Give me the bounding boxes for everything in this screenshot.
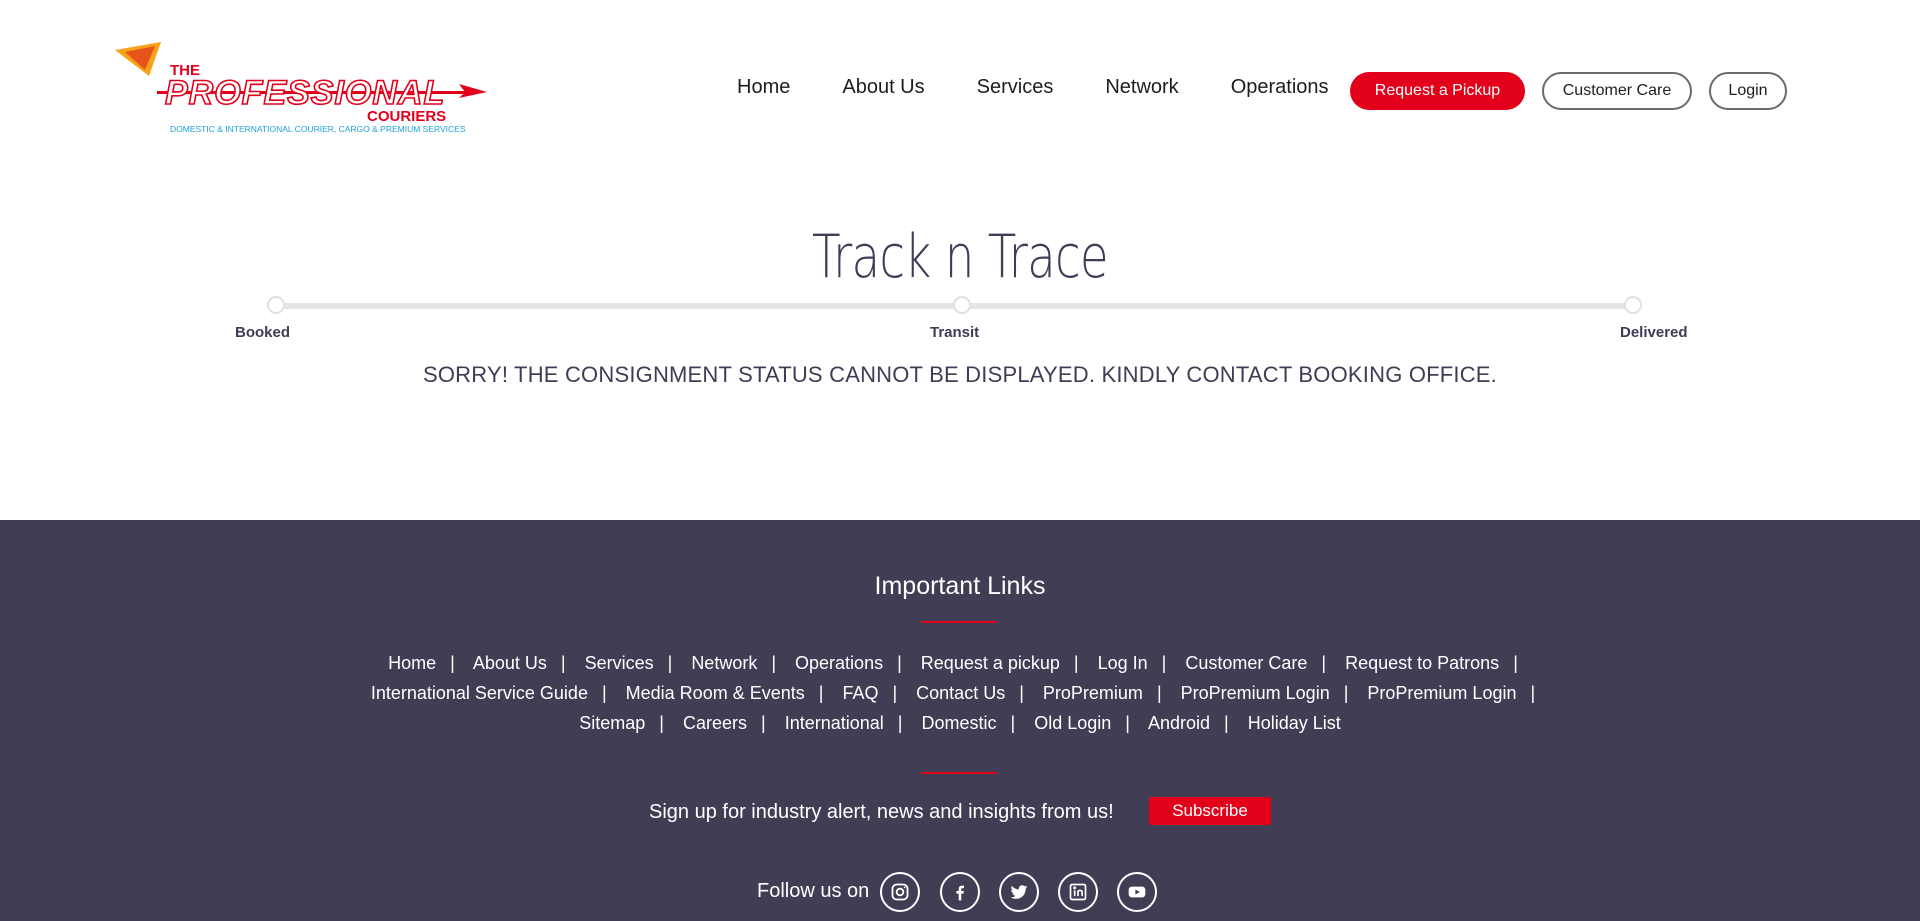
social-follow: Follow us on xyxy=(0,872,1920,912)
stage-label-booked: Booked xyxy=(235,324,291,341)
link-separator: | xyxy=(897,713,903,733)
footer-link-propremium-login[interactable]: ProPremium Login xyxy=(1181,683,1330,703)
footer-divider xyxy=(921,621,997,623)
request-pickup-button[interactable]: Request a Pickup xyxy=(1350,72,1525,110)
link-separator: | xyxy=(1073,653,1079,673)
nav-operations[interactable]: Operations xyxy=(1231,75,1329,99)
link-separator: | xyxy=(1125,713,1130,733)
link-separator: | xyxy=(1530,683,1536,703)
follow-text: Follow us on xyxy=(757,880,870,902)
nav-network[interactable]: Network xyxy=(1105,75,1178,99)
footer-link-propremium[interactable]: ProPremium xyxy=(1043,683,1143,703)
footer-link-domestic[interactable]: Domestic xyxy=(921,713,996,733)
footer-link-request-pickup[interactable]: Request a pickup xyxy=(921,653,1060,673)
footer-link-about-us[interactable]: About Us xyxy=(473,653,547,673)
link-separator: | xyxy=(1010,713,1016,733)
link-separator: | xyxy=(1343,683,1349,703)
footer-link-holiday-list[interactable]: Holiday List xyxy=(1248,713,1341,733)
link-separator: | xyxy=(659,713,664,733)
link-separator: | xyxy=(761,713,766,733)
footer-link-sitemap[interactable]: Sitemap xyxy=(579,713,645,733)
footer-link-international[interactable]: International xyxy=(785,713,884,733)
nav-about-us[interactable]: About Us xyxy=(842,75,924,99)
newsletter-signup: Sign up for industry alert, news and ins… xyxy=(0,797,1920,831)
footer-links-row: Sitemap | Careers | International | Domesti… xyxy=(0,708,1920,738)
stage-dot-booked xyxy=(267,296,285,314)
footer-title: Important Links xyxy=(874,572,1046,600)
logo-tagline: DOMESTIC & INTERNATIONAL COURIER, CARGO … xyxy=(170,124,466,134)
link-separator: | xyxy=(1019,683,1024,703)
footer-link-contact-us[interactable]: Contact Us xyxy=(916,683,1005,703)
footer-link-international-service-guide[interactable]: International Service Guide xyxy=(371,683,588,703)
footer-link-faq[interactable]: FAQ xyxy=(842,683,878,703)
link-separator: | xyxy=(892,683,898,703)
youtube-icon[interactable] xyxy=(1117,872,1157,912)
footer-link-log-in[interactable]: Log In xyxy=(1098,653,1148,673)
facebook-icon[interactable] xyxy=(940,872,980,912)
footer: Important Links Home | About Us | Services… xyxy=(0,520,1920,921)
page: THE PROFESSIONAL COURIERS DOMESTIC & INT… xyxy=(0,0,1920,921)
stage-dot-transit xyxy=(953,296,971,314)
footer-link-careers[interactable]: Careers xyxy=(683,713,747,733)
logo-couriers: COURIERS xyxy=(367,108,447,125)
link-separator: | xyxy=(1156,683,1162,703)
link-separator: | xyxy=(667,653,673,673)
subscribe-button[interactable]: Subscribe xyxy=(1149,797,1271,825)
footer-link-request-to-patrons[interactable]: Request to Patrons xyxy=(1345,653,1499,673)
company-logo[interactable]: THE PROFESSIONAL COURIERS DOMESTIC & INT… xyxy=(115,40,500,140)
footer-links-row: International Service Guide | Media Room … xyxy=(0,678,1920,708)
linkedin-icon[interactable] xyxy=(1058,872,1098,912)
status-message: SORRY! THE CONSIGNMENT STATUS CANNOT BE … xyxy=(422,362,1497,387)
stage-label-transit: Transit xyxy=(930,324,980,341)
main-nav: Home About Us Services Network Operation… xyxy=(737,75,1381,99)
footer-link-network[interactable]: Network xyxy=(691,653,757,673)
link-separator: | xyxy=(897,653,902,673)
footer-links-row: Home | About Us | Services | Network | Opera… xyxy=(0,648,1920,678)
link-separator: | xyxy=(1161,653,1167,673)
stage-label-delivered: Delivered xyxy=(1620,324,1688,341)
footer-divider xyxy=(921,772,997,774)
footer-link-home[interactable]: Home xyxy=(388,653,436,673)
footer-link-customer-care[interactable]: Customer Care xyxy=(1185,653,1307,673)
link-separator: | xyxy=(1321,653,1327,673)
login-button[interactable]: Login xyxy=(1709,72,1787,110)
instagram-icon[interactable] xyxy=(880,872,920,912)
link-separator: | xyxy=(1513,653,1518,673)
link-separator: | xyxy=(1224,713,1229,733)
link-separator: | xyxy=(450,653,455,673)
footer-link-services[interactable]: Services xyxy=(585,653,654,673)
stage-dot-delivered xyxy=(1624,296,1642,314)
footer-links: Home | About Us | Services | Network | Opera… xyxy=(0,648,1920,738)
footer-link-media-room[interactable]: Media Room & Events xyxy=(626,683,805,703)
nav-home[interactable]: Home xyxy=(737,75,790,99)
twitter-icon[interactable] xyxy=(999,872,1039,912)
page-title: Track n Trace xyxy=(812,222,1109,292)
customer-care-button[interactable]: Customer Care xyxy=(1542,72,1692,110)
link-separator: | xyxy=(771,653,777,673)
footer-link-propremium-login-2[interactable]: ProPremium Login xyxy=(1367,683,1516,703)
signup-text: Sign up for industry alert, news and ins… xyxy=(649,801,1114,823)
link-separator: | xyxy=(601,683,607,703)
footer-link-operations[interactable]: Operations xyxy=(795,653,883,673)
link-separator: | xyxy=(560,653,566,673)
footer-link-old-login[interactable]: Old Login xyxy=(1034,713,1111,733)
link-separator: | xyxy=(818,683,824,703)
footer-link-android[interactable]: Android xyxy=(1148,713,1210,733)
nav-services[interactable]: Services xyxy=(977,75,1054,99)
